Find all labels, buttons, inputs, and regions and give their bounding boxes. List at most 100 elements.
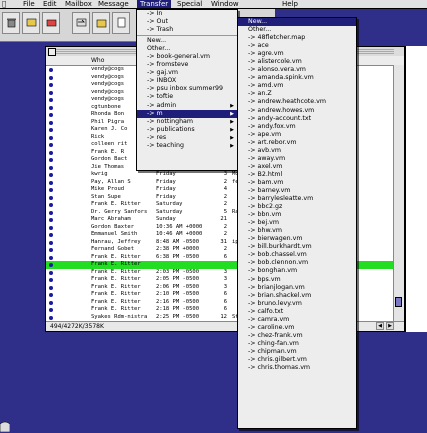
menu-file[interactable]: File [20, 0, 38, 8]
menu-item[interactable]: -> bill.burkhardt.vm [238, 243, 356, 251]
menu-item[interactable]: -> amanda.spink.vm [238, 74, 356, 82]
menu-item[interactable]: -> alistercole.vm [238, 58, 356, 66]
menu-item[interactable]: -> ching-fan.vm [238, 340, 356, 348]
vertical-scrollbar[interactable] [393, 65, 404, 323]
sender-cell: Stan Supe [91, 193, 121, 200]
menu-item[interactable]: -> brianjlogan.vm [238, 284, 356, 292]
menu-item[interactable]: -> bob.chassel.vm [238, 251, 356, 259]
menu-item[interactable]: -> m ▶ [137, 109, 237, 118]
menu-item[interactable]: -> caroline.vm [238, 324, 356, 332]
menu-item[interactable]: -> publications ▶ [137, 126, 237, 134]
new-message-button[interactable] [92, 12, 110, 34]
menu-item[interactable]: -> bruno.levy.vm [238, 300, 356, 308]
menu-item[interactable]: -> andrew.howes.vm [238, 107, 356, 115]
menu-item[interactable]: -> admin ▶ [137, 102, 237, 110]
menu-item[interactable]: -> ace [238, 42, 356, 50]
menu-item[interactable]: -> bob.clennon.vm [238, 259, 356, 267]
menu-item[interactable]: -> bhw.vm [238, 227, 356, 235]
forward-button[interactable] [72, 12, 90, 34]
menu-item[interactable]: -> bbc2.gz [238, 203, 356, 211]
menu-item[interactable]: -> bej.vm [238, 219, 356, 227]
menu-item[interactable]: -> andy.fox.vm [238, 123, 356, 131]
menu-item-label: -> brianjlogan.vm [248, 283, 305, 291]
menu-item[interactable]: -> nottingham ▶ [137, 118, 237, 126]
apple-menu-icon[interactable]:  [2, 0, 6, 8]
menu-edit[interactable]: Edit [40, 0, 60, 8]
menu-item[interactable]: -> chez-frank.vm [238, 332, 356, 340]
menu-item[interactable]: -> Trash [137, 26, 237, 34]
submenu-arrow-icon: ▶ [230, 102, 234, 109]
menu-window[interactable]: Window [208, 0, 242, 8]
date-cell: Sunday [156, 216, 176, 222]
menu-item[interactable]: -> fromsteve [137, 61, 237, 69]
menu-item[interactable]: -> calfo.txt [238, 308, 356, 316]
menu-bar:  File Edit Mailbox Message Transfer Spe… [0, 0, 427, 9]
print-button[interactable] [112, 12, 130, 34]
menu-transfer[interactable]: Transfer [137, 0, 172, 8]
menu-item-label: -> amanda.spink.vm [248, 74, 314, 82]
menu-item[interactable]: -> art.rebor.vm [238, 139, 356, 147]
menu-item[interactable]: Other... [137, 45, 237, 53]
menu-item[interactable]: -> camra.vm [238, 316, 356, 324]
menu-item[interactable]: -> amd.vm [238, 82, 356, 90]
menu-item[interactable]: -> axel.vm [238, 163, 356, 171]
menu-item[interactable]: -> barrylesleatte.vm [238, 195, 356, 203]
menu-item[interactable]: -> chris.thomas.vm [238, 364, 356, 372]
menu-item[interactable]: -> andrew.heathcote.vm [238, 98, 356, 106]
menu-item[interactable]: -> chris.gilbert.vm [238, 356, 356, 364]
column-who[interactable]: Who [91, 57, 104, 64]
scroll-right-icon[interactable]: ▶ [386, 322, 394, 330]
menu-item[interactable]: -> teaching ▶ [137, 142, 237, 150]
menu-special[interactable]: Special [174, 0, 205, 8]
date-cell: 10:36 AM +0000 [156, 223, 203, 230]
menu-item[interactable]: -> Out [137, 18, 237, 26]
menu-message[interactable]: Message [95, 0, 132, 8]
menu-item[interactable]: New... [238, 18, 356, 27]
menu-item[interactable]: -> agre.vm [238, 50, 356, 58]
menu-item[interactable]: New... [137, 37, 237, 45]
menu-item[interactable]: -> bam.vm [238, 179, 356, 187]
delete-button[interactable] [2, 12, 20, 34]
menu-item[interactable]: -> bps.vm [238, 276, 356, 284]
menu-item[interactable]: -> chipman.vm [238, 348, 356, 356]
close-box-icon[interactable] [48, 48, 56, 56]
menu-item[interactable]: -> barney.vm [238, 187, 356, 195]
background-window-edge [405, 46, 427, 332]
menu-item[interactable]: -> andy-account.txt [238, 115, 356, 123]
menu-item[interactable]: -> book-general.vm [137, 53, 237, 61]
menu-item[interactable]: -> avb.vm [238, 147, 356, 155]
menu-item-label: -> ape.vm [248, 130, 282, 138]
scroll-thumb[interactable] [395, 297, 402, 307]
menu-item[interactable]: -> ape.vm [238, 131, 356, 139]
open-button[interactable] [22, 12, 40, 34]
menu-item[interactable]: -> In [137, 10, 237, 18]
menu-item[interactable]: -> gaj.vm [137, 69, 237, 77]
menu-item[interactable]: -> res ▶ [137, 134, 237, 142]
menu-item[interactable]: -> brian.shackel.vm [238, 292, 356, 300]
status-dot-icon [49, 278, 53, 282]
menu-item[interactable]: Other... [238, 26, 356, 34]
date-cell: Friday [156, 178, 176, 185]
status-dot-icon [49, 300, 53, 305]
menu-item[interactable]: -> B2.html [238, 171, 356, 179]
menu-item[interactable]: -> an.Z [238, 90, 356, 98]
menu-item[interactable]: -> bbn.vm [238, 211, 356, 219]
menu-item[interactable]: -> alonso.vera.vm [238, 66, 356, 74]
menu-item[interactable]: -> away.vm [238, 155, 356, 163]
menu-mailbox[interactable]: Mailbox [62, 0, 95, 8]
menu-item[interactable]: -> 48fletcher.map [238, 34, 356, 42]
scroll-left-icon[interactable]: ◀ [376, 322, 384, 330]
menu-help[interactable]: Help [279, 0, 301, 8]
submenu-arrow-icon: ▶ [230, 126, 234, 133]
menu-item[interactable]: -> bierwagen.vm [238, 235, 356, 243]
menu-item-label: -> brian.shackel.vm [248, 291, 312, 299]
status-dot-icon [49, 128, 53, 132]
menu-item[interactable]: -> INBOX [137, 77, 237, 85]
menu-item[interactable]: -> toftie [137, 93, 237, 101]
sender-cell: Frank E. Ritter [91, 291, 141, 297]
letter-icon [26, 18, 37, 27]
forward-icon [76, 18, 87, 27]
menu-item[interactable]: -> bonghan.vm [238, 267, 356, 275]
reply-button[interactable] [42, 12, 60, 34]
menu-item[interactable]: -> psu inbox summer99 [137, 85, 237, 93]
